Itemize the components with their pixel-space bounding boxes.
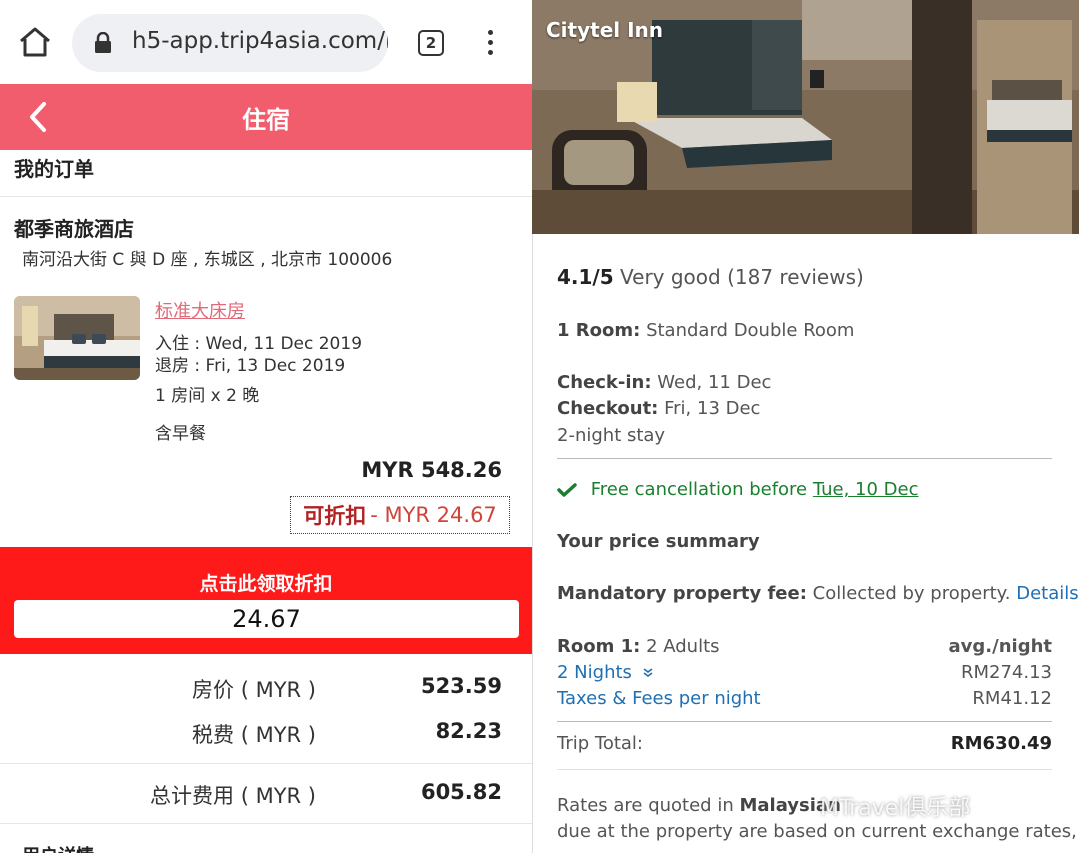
cancel-text: Free cancellation before xyxy=(590,479,808,500)
nights-price: RM274.13 xyxy=(960,662,1052,683)
cost-value: 523.59 xyxy=(420,674,502,698)
hotel-title: Citytel Inn xyxy=(546,18,663,42)
room-label: 1 Room: xyxy=(557,320,641,341)
lock-icon xyxy=(95,32,111,53)
checkout-label: Checkout: xyxy=(557,398,659,419)
tabs-count-button[interactable]: 2 xyxy=(418,30,444,56)
trip-total-value: RM630.49 xyxy=(951,733,1052,754)
divider xyxy=(0,823,532,824)
taxes-fees-link[interactable]: Taxes & Fees per night xyxy=(557,688,761,709)
rating-text: Very good (187 reviews) xyxy=(620,265,864,289)
room1-value: 2 Adults xyxy=(646,636,720,657)
price-summary-title: Your price summary xyxy=(557,531,760,552)
page-title: 住宿 xyxy=(242,106,290,134)
room1-line: Room 1: 2 Adults xyxy=(557,636,720,657)
rates-note-text: Rates are quoted in xyxy=(557,795,734,816)
cost-row-total: 总计费用 ( MYR ) 605.82 xyxy=(0,780,532,816)
cost-value: 605.82 xyxy=(420,780,502,804)
browser-toolbar: h5-app.trip4asia.com/h 2 xyxy=(0,0,532,84)
cost-label: 总计费用 ( MYR ) xyxy=(150,784,316,808)
checkout-value: Fri, 13 Dec xyxy=(664,398,761,419)
claim-discount-panel[interactable]: 点击此领取折扣 xyxy=(0,547,532,654)
discount-label: 可折扣 xyxy=(303,504,367,528)
hotel-name: 都季商旅酒店 xyxy=(14,217,134,241)
panel-border xyxy=(532,234,533,853)
address-bar[interactable]: h5-app.trip4asia.com/h xyxy=(72,14,388,72)
details-link[interactable]: Details xyxy=(1016,583,1078,604)
rates-note-line1: Rates are quoted in Malaysian xyxy=(557,795,841,816)
mandatory-label: Mandatory property fee: xyxy=(557,583,807,604)
nights-link[interactable]: 2 Nights xyxy=(557,662,632,683)
cost-label: 税费 ( MYR ) xyxy=(192,723,316,747)
orders-section-title: 我的订单 xyxy=(14,157,94,181)
chevron-down-icon xyxy=(643,668,653,677)
hotel-address: 南河沿大街 C 與 D 座 , 东城区 , 北京市 100006 xyxy=(22,250,393,270)
home-icon[interactable] xyxy=(18,26,52,58)
discount-amount: - MYR 24.67 xyxy=(370,503,497,527)
price-summary-heading: Your price summary xyxy=(557,531,760,552)
order-price: MYR 548.26 xyxy=(361,458,502,482)
taxes-price: RM41.12 xyxy=(972,688,1052,709)
checkout-line: Checkout: Fri, 13 Dec xyxy=(557,398,760,419)
checkin-value: Wed, 11 Dec xyxy=(657,372,772,393)
stay-length: 2-night stay xyxy=(557,425,666,446)
cost-row-room: 房价 ( MYR ) 523.59 xyxy=(0,674,532,710)
checkout-date: 退房 : Fri, 13 Dec 2019 xyxy=(155,356,346,376)
mobile-booking-panel: h5-app.trip4asia.com/h 2 住宿 我的订单 都季商旅酒店 … xyxy=(0,0,532,853)
url-text: h5-app.trip4asia.com/h xyxy=(132,28,388,54)
room-thumbnail xyxy=(14,296,140,380)
divider xyxy=(0,763,532,764)
free-cancellation: Free cancellation before Tue, 10 Dec xyxy=(557,479,919,500)
trip-total-label: Trip Total: xyxy=(557,733,644,754)
claim-discount-button[interactable]: 点击此领取折扣 xyxy=(0,569,532,596)
divider xyxy=(557,769,1052,770)
discount-badge[interactable]: 可折扣 - MYR 24.67 xyxy=(290,496,510,534)
discount-value-field[interactable] xyxy=(14,600,519,638)
mandatory-value: Collected by property. xyxy=(812,583,1011,604)
room-line: 1 Room: Standard Double Room xyxy=(557,320,854,341)
trip-total-amount: RM630.49 xyxy=(950,733,1052,754)
overflow-menu-icon[interactable] xyxy=(482,28,498,58)
checkmark-icon xyxy=(557,483,577,497)
avg-night-label: avg./night xyxy=(949,636,1052,657)
breakfast-included: 含早餐 xyxy=(155,424,206,444)
cancel-date-link[interactable]: Tue, 10 Dec xyxy=(813,479,919,500)
cost-label: 房价 ( MYR ) xyxy=(192,678,316,702)
divider xyxy=(557,721,1052,722)
hotel-summary-panel: Citytel Inn 4.1/5 Very good (187 reviews… xyxy=(532,0,1080,853)
divider xyxy=(0,196,532,197)
avg-night-text: avg./night xyxy=(948,636,1052,657)
rooms-nights: 1 房间 x 2 晚 xyxy=(155,386,260,406)
checkin-label: Check-in: xyxy=(557,372,652,393)
app-header: 住宿 xyxy=(0,84,532,150)
rates-note-line2: due at the property are based on current… xyxy=(557,821,1077,842)
divider xyxy=(557,458,1052,459)
cost-row-tax: 税费 ( MYR ) 82.23 xyxy=(0,719,532,755)
nights-expander[interactable]: 2 Nights xyxy=(557,662,654,683)
rating: 4.1/5 Very good (187 reviews) xyxy=(557,265,864,289)
room-type-link[interactable]: 标准大床房 xyxy=(155,297,245,323)
watermark: MTravel俱乐部 xyxy=(820,796,971,821)
cost-value: 82.23 xyxy=(435,719,502,743)
rating-score: 4.1/5 xyxy=(557,265,614,289)
checkin-line: Check-in: Wed, 11 Dec xyxy=(557,372,771,393)
mandatory-fee-line: Mandatory property fee: Collected by pro… xyxy=(557,583,1079,604)
room1-label: Room 1: xyxy=(557,636,641,657)
room-value: Standard Double Room xyxy=(646,320,855,341)
user-details-heading: 用户详情 xyxy=(22,842,94,853)
